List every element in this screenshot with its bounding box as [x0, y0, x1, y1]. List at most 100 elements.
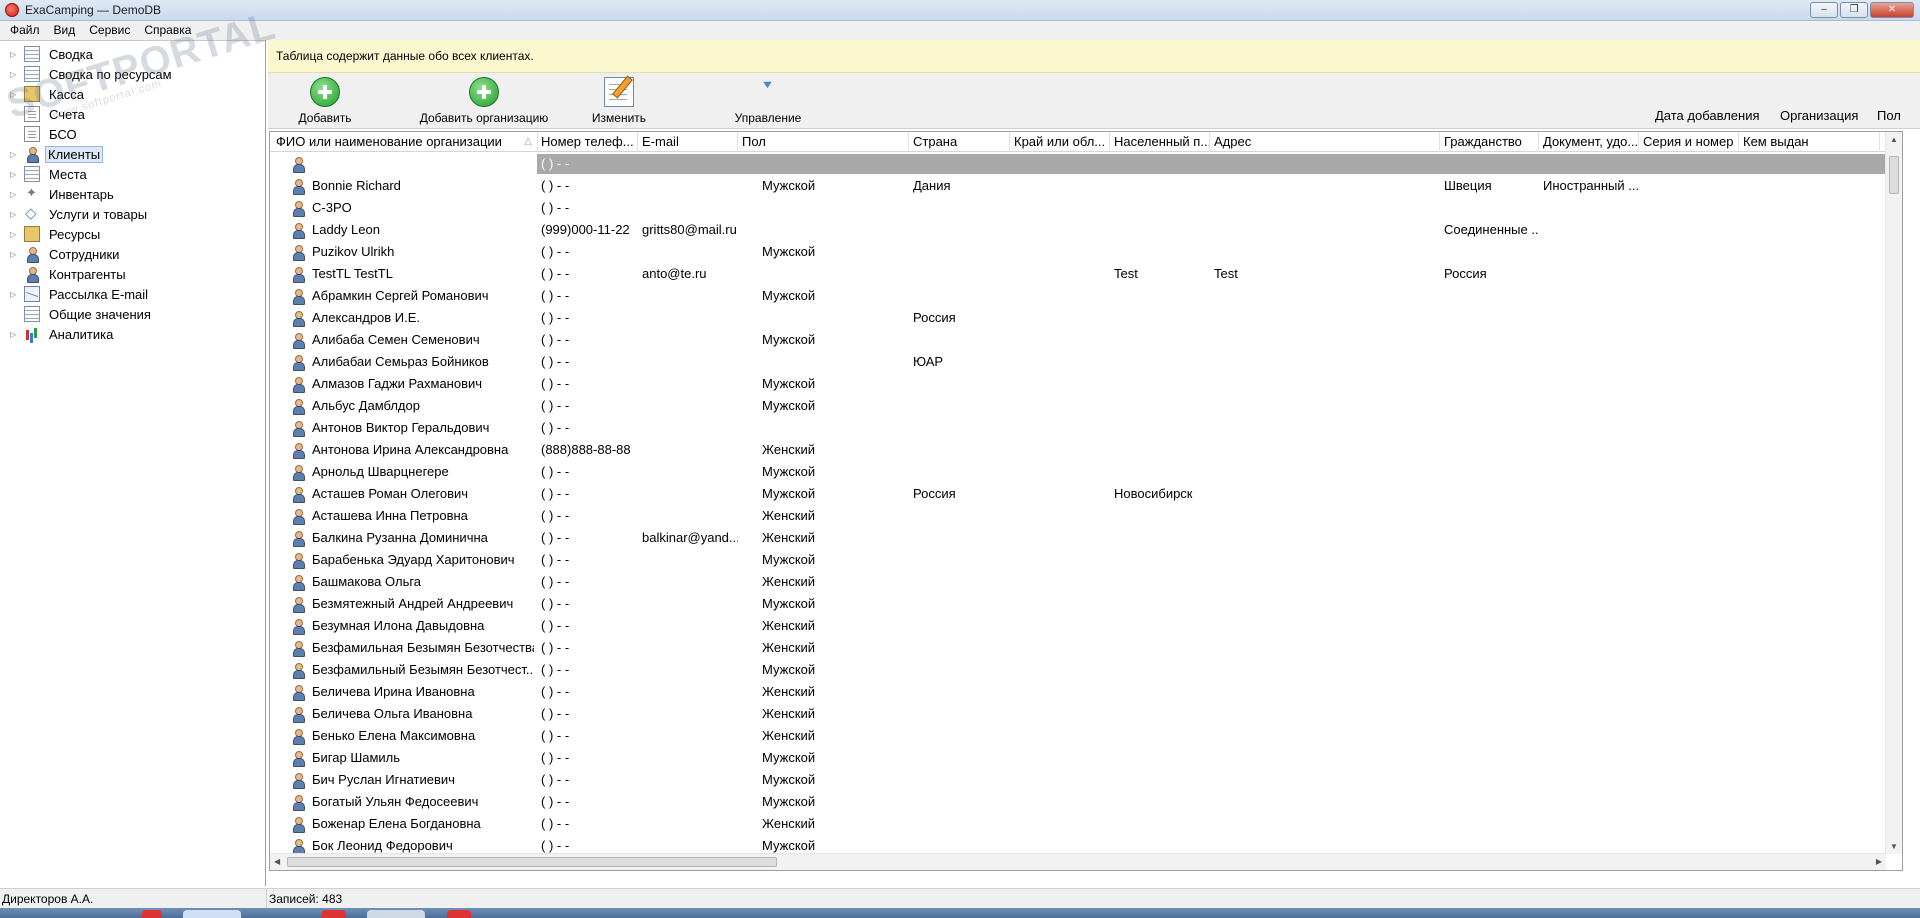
expand-arrow-icon[interactable]: ▷	[10, 330, 20, 339]
table-row[interactable]: TestTL TestTL ( ) - - anto@te.ru Test Test Ро…	[270, 263, 1902, 285]
maximize-button[interactable]: ❐	[1840, 2, 1868, 18]
sidebar-item[interactable]: ▷ Клиенты	[0, 144, 104, 164]
table-row[interactable]: Асташев Роман Олегович ( ) - - Мужской Росс…	[270, 483, 1902, 505]
taskbar-app-icon[interactable]	[447, 910, 471, 918]
expand-arrow-icon[interactable]: ▷	[10, 50, 20, 59]
column-header[interactable]: ФИО или наименование организации △	[273, 132, 538, 152]
table-row[interactable]: Бенько Елена Максимовна ( ) - - Женский	[270, 725, 1902, 747]
table-row[interactable]: Беличева Ольга Ивановна ( ) - - Женский	[270, 703, 1902, 725]
column-header-label: Гражданство	[1444, 134, 1522, 149]
table-row[interactable]: Богатый Ульян Федосеевич ( ) - - Мужской	[270, 791, 1902, 813]
sidebar-item-label: Сотрудники	[49, 246, 120, 262]
table-row[interactable]: Алибабаи Семьраз Бойников ( ) - - ЮАР	[270, 351, 1902, 373]
close-button[interactable]: ✕	[1870, 2, 1914, 18]
table-row[interactable]: Боженар Елена Богдановна ( ) - - Женский	[270, 813, 1902, 835]
sidebar-item[interactable]: ▷ Касса	[0, 84, 88, 104]
column-header[interactable]: Кем выдан	[1740, 132, 1880, 152]
filter-organization[interactable]: Организация	[1780, 108, 1858, 123]
table-row[interactable]: Барабенька Эдуард Харитонович ( ) - - Мужс…	[270, 549, 1902, 571]
table-row[interactable]: Puzikov Ulrikh ( ) - - Мужской	[270, 241, 1902, 263]
scroll-up-icon[interactable]: ▲	[1890, 135, 1898, 144]
expand-arrow-icon[interactable]: ▷	[10, 170, 20, 179]
sidebar-item[interactable]: БСО	[0, 124, 81, 144]
menu-help[interactable]: Справка	[137, 21, 198, 40]
column-header[interactable]: Адрес	[1211, 132, 1440, 152]
column-header[interactable]: Серия и номер	[1640, 132, 1739, 152]
sidebar-item[interactable]: ▷ Ресурсы	[0, 224, 104, 244]
filter-sex[interactable]: Пол	[1877, 108, 1901, 123]
table-row[interactable]: Асташева Инна Петровна ( ) - - Женский	[270, 505, 1902, 527]
table-row[interactable]: C-3PO ( ) - -	[270, 197, 1902, 219]
sidebar-item[interactable]: Общие значения	[0, 304, 155, 324]
column-header[interactable]: Документ, удо...	[1540, 132, 1639, 152]
add-button[interactable]: Добавить	[290, 77, 360, 125]
menu-service[interactable]: Сервис	[82, 21, 137, 40]
table-row[interactable]: Беличева Ирина Ивановна ( ) - - Женский	[270, 681, 1902, 703]
sidebar-item[interactable]: ▷ Места	[0, 164, 91, 184]
horizontal-scrollbar[interactable]: ◀ ▶	[270, 853, 1886, 870]
table-row[interactable]: Альбус Дамблдор ( ) - - Мужской	[270, 395, 1902, 417]
minimize-button[interactable]: –	[1810, 2, 1838, 18]
taskbar-app-icon[interactable]	[322, 910, 346, 918]
scroll-left-icon[interactable]: ◀	[274, 857, 280, 866]
table-row[interactable]: Абрамкин Сергей Романович ( ) - - Мужской	[270, 285, 1902, 307]
table-row[interactable]: Бич Руслан Игнатиевич ( ) - - Мужской	[270, 769, 1902, 791]
table-row[interactable]: Антонов Виктор Геральдович ( ) - -	[270, 417, 1902, 439]
table-row[interactable]: Александров И.Е. ( ) - - Россия	[270, 307, 1902, 329]
column-header[interactable]: Номер телеф...	[538, 132, 638, 152]
expand-arrow-icon[interactable]: ▷	[10, 230, 20, 239]
cell-phone: ( ) - -	[541, 508, 570, 523]
table-row[interactable]: Алмазов Гаджи Рахманович ( ) - - Мужской	[270, 373, 1902, 395]
table-row[interactable]: Антонова Ирина Александровна (888)888-88-…	[270, 439, 1902, 461]
expand-arrow-icon[interactable]: ▷	[10, 70, 20, 79]
table-row[interactable]: Балкина Рузанна Доминична ( ) - - balkinar…	[270, 527, 1902, 549]
table-row[interactable]: Арнольд Шварцнегере ( ) - - Мужской	[270, 461, 1902, 483]
edit-button[interactable]: Изменить	[584, 77, 654, 125]
vertical-scroll-thumb[interactable]	[1889, 156, 1899, 194]
taskbar-app-icon[interactable]	[183, 910, 241, 918]
scroll-right-icon[interactable]: ▶	[1876, 857, 1882, 866]
scroll-down-icon[interactable]: ▼	[1890, 842, 1898, 851]
table-row[interactable]: Бигар Шамиль ( ) - - Мужской	[270, 747, 1902, 769]
add-organization-button[interactable]: Добавить организацию	[416, 77, 552, 125]
expand-arrow-icon[interactable]: ▷	[10, 250, 20, 259]
sidebar-item[interactable]: ▷ Сотрудники	[0, 244, 123, 264]
sidebar-item[interactable]: ▷ Услуги и товары	[0, 204, 151, 224]
sidebar-item[interactable]: Счета	[0, 104, 89, 124]
table-row[interactable]: Безфамильная Безымян Безотчества ( ) - - Ж…	[270, 637, 1902, 659]
sidebar-item[interactable]: ▷ Аналитика	[0, 324, 117, 344]
table-row[interactable]: Laddy Leon (999)000-11-22 gritts80@mail.ru…	[270, 219, 1902, 241]
column-header[interactable]: Страна	[910, 132, 1010, 152]
vertical-scrollbar[interactable]: ▲ ▼	[1885, 132, 1902, 854]
table-row[interactable]: Алибаба Семен Семенович ( ) - - Мужской	[270, 329, 1902, 351]
manage-button[interactable]: Управление	[728, 77, 808, 125]
column-header[interactable]: E-mail	[639, 132, 738, 152]
table-row[interactable]: Безмятежный Андрей Андреевич ( ) - - Мужск…	[270, 593, 1902, 615]
expand-arrow-icon[interactable]: ▷	[10, 150, 20, 159]
horizontal-scroll-thumb[interactable]	[287, 857, 777, 867]
taskbar-app-icon[interactable]	[367, 910, 425, 918]
table-row[interactable]: Башмакова Ольга ( ) - - Женский	[270, 571, 1902, 593]
table-row[interactable]: Bonnie Richard ( ) - - Мужской Дания Швеция И…	[270, 175, 1902, 197]
add-icon	[310, 77, 340, 107]
table-row[interactable]: R2-D2 ( ) - -	[270, 153, 1902, 175]
taskbar-app-icon[interactable]	[142, 910, 162, 918]
expand-arrow-icon[interactable]: ▷	[10, 290, 20, 299]
sidebar-item[interactable]: ▷ Рассылка E-mail	[0, 284, 152, 304]
expand-arrow-icon[interactable]: ▷	[10, 90, 20, 99]
sidebar-item[interactable]: ▷ Сводка	[0, 44, 97, 64]
filter-date-added[interactable]: Дата добавления	[1655, 108, 1760, 123]
expand-arrow-icon[interactable]: ▷	[10, 210, 20, 219]
table-row[interactable]: Безумная Илона Давыдовна ( ) - - Женский	[270, 615, 1902, 637]
column-header[interactable]: Населенный п...	[1111, 132, 1210, 152]
sidebar-item[interactable]: ▷ Сводка по ресурсам	[0, 64, 176, 84]
expand-arrow-icon[interactable]: ▷	[10, 190, 20, 199]
table-row[interactable]: Безфамильный Безымян Безотчест... ( ) - -…	[270, 659, 1902, 681]
menu-file[interactable]: Файл	[3, 21, 47, 40]
column-header[interactable]: Край или обл...	[1011, 132, 1110, 152]
sidebar-item[interactable]: ▷ Инвентарь	[0, 184, 118, 204]
column-header[interactable]: Гражданство	[1441, 132, 1539, 152]
menu-view[interactable]: Вид	[47, 21, 83, 40]
column-header[interactable]: Пол	[739, 132, 909, 152]
sidebar-item[interactable]: Контрагенты	[0, 264, 130, 284]
